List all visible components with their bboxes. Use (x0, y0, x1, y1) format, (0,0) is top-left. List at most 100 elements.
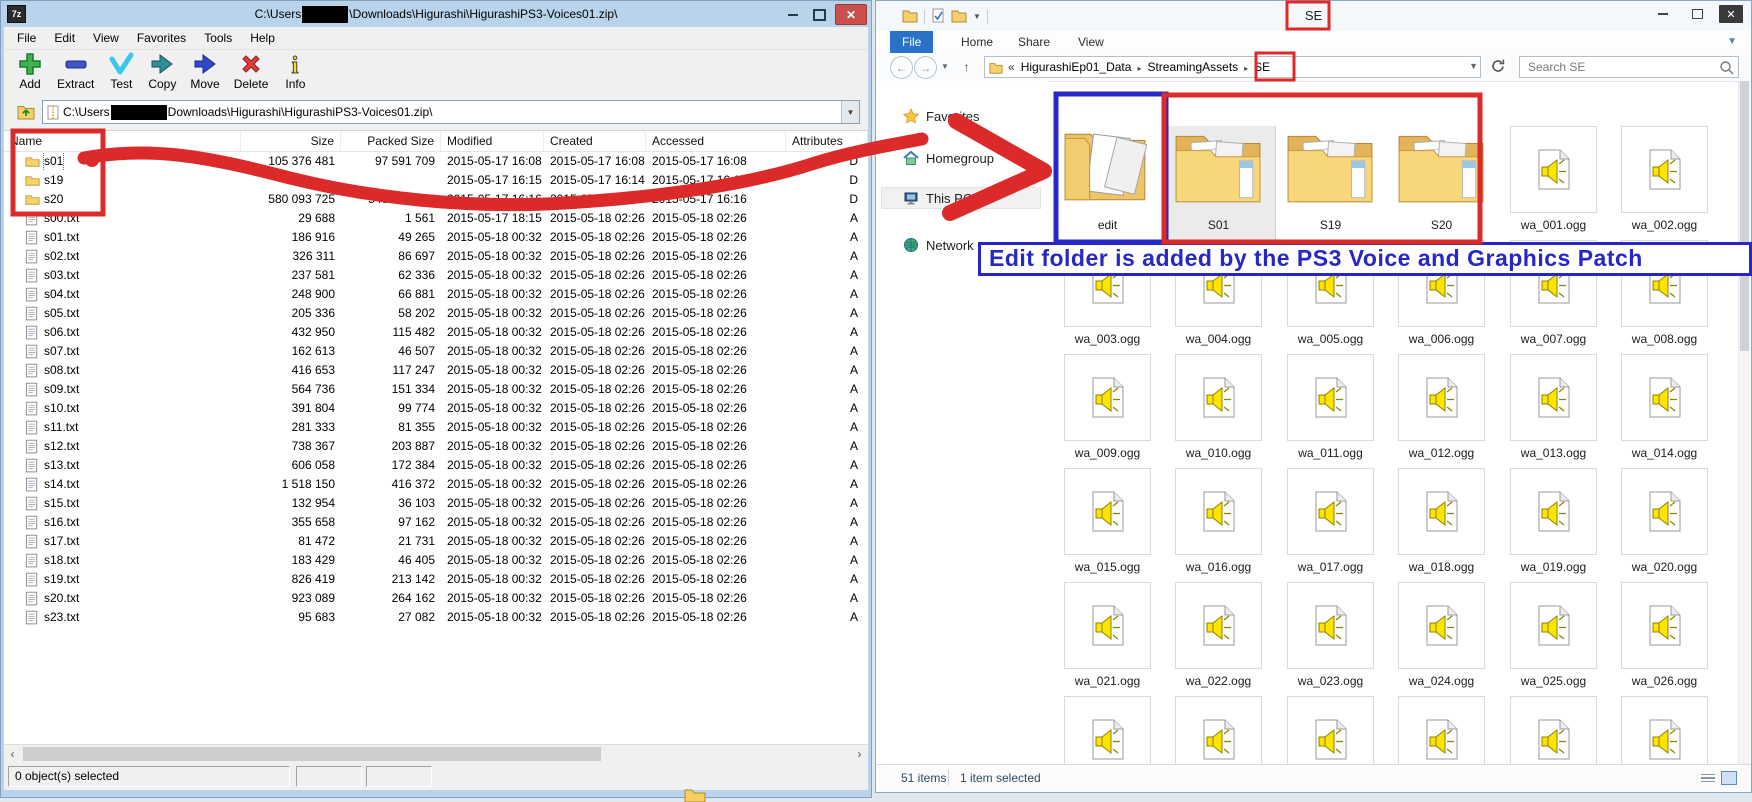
menu-tools[interactable]: Tools (195, 27, 241, 49)
file-item[interactable] (1287, 696, 1374, 767)
menu-view[interactable]: View (84, 27, 128, 49)
address-dropdown-icon[interactable]: ▼ (1469, 61, 1478, 71)
column-header-packed-size[interactable]: Packed Size (341, 131, 441, 151)
menu-favorites[interactable]: Favorites (128, 27, 195, 49)
file-item[interactable]: wa_012.ogg (1398, 354, 1485, 441)
breadcrumb-overflow-icon[interactable]: « (1008, 60, 1015, 74)
table-row[interactable]: s19.txt826 419213 1422015-05-18 00:32201… (4, 570, 868, 589)
file-item[interactable] (1398, 696, 1485, 767)
file-item[interactable]: wa_016.ogg (1175, 468, 1262, 555)
file-item[interactable]: wa_013.ogg (1510, 354, 1597, 441)
new-folder-icon[interactable] (951, 7, 967, 26)
table-row[interactable]: s05.txt205 33658 2022015-05-18 00:322015… (4, 304, 868, 323)
up-folder-button[interactable] (14, 100, 38, 124)
folder-item[interactable]: S01 (1175, 126, 1262, 213)
scroll-left-icon[interactable]: ‹ (4, 746, 21, 763)
table-row[interactable]: s08.txt416 653117 2472015-05-18 00:32201… (4, 361, 868, 380)
table-row[interactable]: s02.txt326 31186 6972015-05-18 00:322015… (4, 247, 868, 266)
move-button[interactable]: Move (183, 49, 226, 91)
file-item[interactable]: wa_023.ogg (1287, 582, 1374, 669)
search-input[interactable] (1526, 59, 1710, 75)
file-item[interactable]: wa_017.ogg (1287, 468, 1374, 555)
minimize-button[interactable] (781, 5, 804, 24)
table-row[interactable]: s20580 093 725543 383 9662015-05-17 16:1… (4, 190, 868, 209)
sidebar-item-favorites[interactable]: Favorites (876, 105, 1046, 127)
qat-customize-icon[interactable]: ▼ (973, 12, 981, 21)
table-row[interactable]: s17.txt81 47221 7312015-05-18 00:322015-… (4, 532, 868, 551)
details-view-icon[interactable] (1700, 771, 1716, 785)
expand-ribbon-icon[interactable]: ▼ (1727, 36, 1737, 47)
horizontal-scrollbar[interactable]: ‹ › (4, 744, 868, 763)
folder-icon[interactable] (902, 7, 918, 26)
folder-item[interactable]: S19 (1287, 126, 1374, 213)
file-item[interactable]: wa_020.ogg (1621, 468, 1708, 555)
back-button[interactable]: ← (890, 56, 913, 79)
column-header-modified[interactable]: Modified (441, 131, 544, 151)
file-item[interactable]: wa_019.ogg (1510, 468, 1597, 555)
folder-item[interactable]: S20 (1398, 126, 1485, 213)
refresh-icon[interactable] (1490, 58, 1505, 76)
table-row[interactable]: s09.txt564 736151 3342015-05-18 00:32201… (4, 380, 868, 399)
test-button[interactable]: Test (101, 49, 141, 91)
scrollbar-thumb[interactable] (23, 747, 601, 761)
add-button[interactable]: Add (10, 49, 50, 91)
info-button[interactable]: iInfo (275, 49, 315, 91)
file-item[interactable]: wa_001.ogg (1510, 126, 1597, 213)
file-item[interactable]: wa_021.ogg (1064, 582, 1151, 669)
maximize-button[interactable] (808, 5, 831, 24)
table-row[interactable]: s07.txt162 61346 5072015-05-18 00:322015… (4, 342, 868, 361)
maximize-button[interactable] (1685, 5, 1709, 23)
table-row[interactable]: s03.txt237 58162 3362015-05-18 00:322015… (4, 266, 868, 285)
sevenzip-titlebar[interactable]: 7z C:\Users\Downloads\Higurashi\Higurash… (1, 1, 871, 27)
file-item[interactable] (1621, 696, 1708, 767)
file-item[interactable]: wa_018.ogg (1398, 468, 1485, 555)
delete-button[interactable]: Delete (227, 49, 276, 91)
table-row[interactable]: s20.txt923 089264 1622015-05-18 00:32201… (4, 589, 868, 608)
address-dropdown-icon[interactable]: ▼ (841, 101, 859, 123)
table-row[interactable]: s15.txt132 95436 1032015-05-18 00:322015… (4, 494, 868, 513)
menu-file[interactable]: File (8, 27, 45, 49)
column-header-attributes[interactable]: Attributes (786, 131, 868, 151)
file-item[interactable] (1175, 696, 1262, 767)
recent-locations-icon[interactable]: ▼ (938, 56, 952, 77)
breadcrumb-bar[interactable]: « HigurashiEp01_Data▸StreamingAssets▸SE … (984, 56, 1481, 78)
extract-button[interactable]: Extract (50, 49, 101, 91)
file-item[interactable]: wa_025.ogg (1510, 582, 1597, 669)
column-header-name[interactable]: Name (4, 131, 241, 151)
properties-icon[interactable] (931, 8, 945, 26)
large-icons-view-icon[interactable] (1721, 771, 1737, 785)
file-item[interactable]: wa_010.ogg (1175, 354, 1262, 441)
column-header-created[interactable]: Created (544, 131, 646, 151)
taskbar-folder-icon[interactable] (684, 786, 706, 802)
menu-help[interactable]: Help (241, 27, 284, 49)
table-row[interactable]: s00.txt29 6881 5612015-05-17 18:152015-0… (4, 209, 868, 228)
table-row[interactable]: s01.txt186 91649 2652015-05-18 00:322015… (4, 228, 868, 247)
table-row[interactable]: s12.txt738 367203 8872015-05-18 00:32201… (4, 437, 868, 456)
file-item[interactable]: wa_011.ogg (1287, 354, 1374, 441)
table-row[interactable]: s192015-05-17 16:152015-05-17 16:142015-… (4, 171, 868, 190)
search-box[interactable] (1519, 56, 1739, 78)
copy-button[interactable]: Copy (141, 49, 183, 91)
table-row[interactable]: s23.txt95 68327 0822015-05-18 00:322015-… (4, 608, 868, 627)
table-row[interactable]: s11.txt281 33381 3552015-05-18 00:322015… (4, 418, 868, 437)
address-combobox[interactable]: C:\UsersDownloads\Higurashi\HigurashiPS3… (42, 100, 860, 124)
explorer-titlebar[interactable]: ▼ SE ✕ (876, 1, 1751, 31)
file-item[interactable]: wa_014.ogg (1621, 354, 1708, 441)
close-button[interactable]: ✕ (1719, 5, 1743, 23)
menu-edit[interactable]: Edit (45, 27, 84, 49)
table-row[interactable]: s14.txt1 518 150416 3722015-05-18 00:322… (4, 475, 868, 494)
file-item[interactable]: wa_002.ogg (1621, 126, 1708, 213)
file-item[interactable]: wa_026.ogg (1621, 582, 1708, 669)
file-item[interactable]: wa_009.ogg (1064, 354, 1151, 441)
sidebar-item-homegroup[interactable]: Homegroup (876, 147, 1046, 169)
sidebar-item-this-pc[interactable]: This PC (881, 187, 1041, 209)
close-button[interactable]: ✕ (835, 4, 867, 25)
breadcrumb-item-se[interactable]: SE (1254, 60, 1270, 74)
up-button[interactable]: ↑ (956, 56, 977, 77)
vertical-scrollbar[interactable] (1738, 81, 1750, 765)
table-row[interactable]: s06.txt432 950115 4822015-05-18 00:32201… (4, 323, 868, 342)
forward-button[interactable]: → (914, 56, 937, 79)
table-row[interactable]: s01105 376 48197 591 7092015-05-17 16:08… (4, 152, 868, 171)
scroll-right-icon[interactable]: › (851, 746, 868, 763)
folder-item[interactable]: edit (1064, 126, 1151, 213)
